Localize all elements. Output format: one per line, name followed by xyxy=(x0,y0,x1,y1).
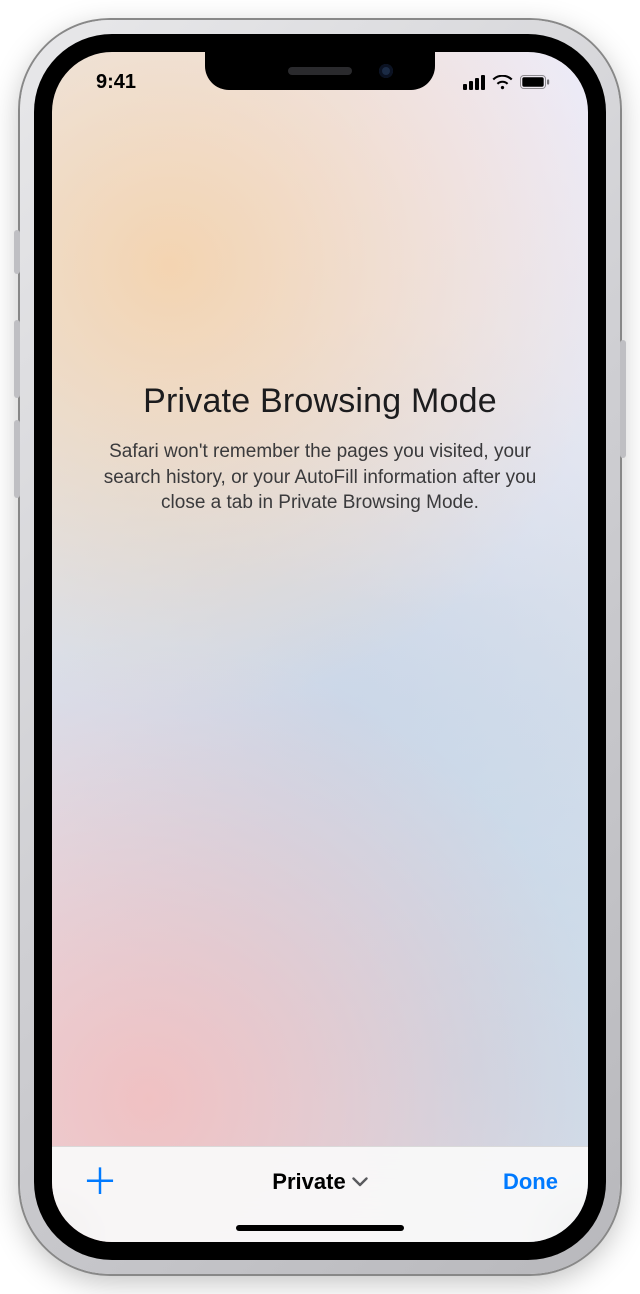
chevron-down-icon xyxy=(352,1177,368,1187)
done-button[interactable]: Done xyxy=(503,1169,558,1195)
home-indicator[interactable] xyxy=(236,1225,404,1231)
status-bar: 9:41 xyxy=(52,66,588,98)
mute-switch xyxy=(14,230,20,274)
volume-up-button xyxy=(14,320,20,398)
device-bezel: 9:41 Private Browsing Mode Safari xyxy=(34,34,606,1260)
page-description: Safari won't remember the pages you visi… xyxy=(80,439,560,516)
device-screen: 9:41 Private Browsing Mode Safari xyxy=(52,52,588,1242)
wifi-icon xyxy=(492,75,513,90)
tab-group-label: Private xyxy=(272,1169,345,1195)
battery-icon xyxy=(520,75,550,89)
power-button xyxy=(620,340,626,458)
status-time: 9:41 xyxy=(84,71,136,94)
page-title: Private Browsing Mode xyxy=(52,382,588,421)
cellular-signal-icon xyxy=(463,75,485,90)
new-tab-button[interactable]: ＋ xyxy=(82,1164,118,1200)
plus-icon: ＋ xyxy=(82,1161,118,1202)
volume-down-button xyxy=(14,420,20,498)
private-mode-explainer: Private Browsing Mode Safari won't remem… xyxy=(52,52,588,1146)
iphone-device-frame: 9:41 Private Browsing Mode Safari xyxy=(20,20,620,1274)
bottom-toolbar: ＋ Private Done xyxy=(52,1146,588,1242)
tab-group-selector[interactable]: Private xyxy=(272,1169,367,1195)
